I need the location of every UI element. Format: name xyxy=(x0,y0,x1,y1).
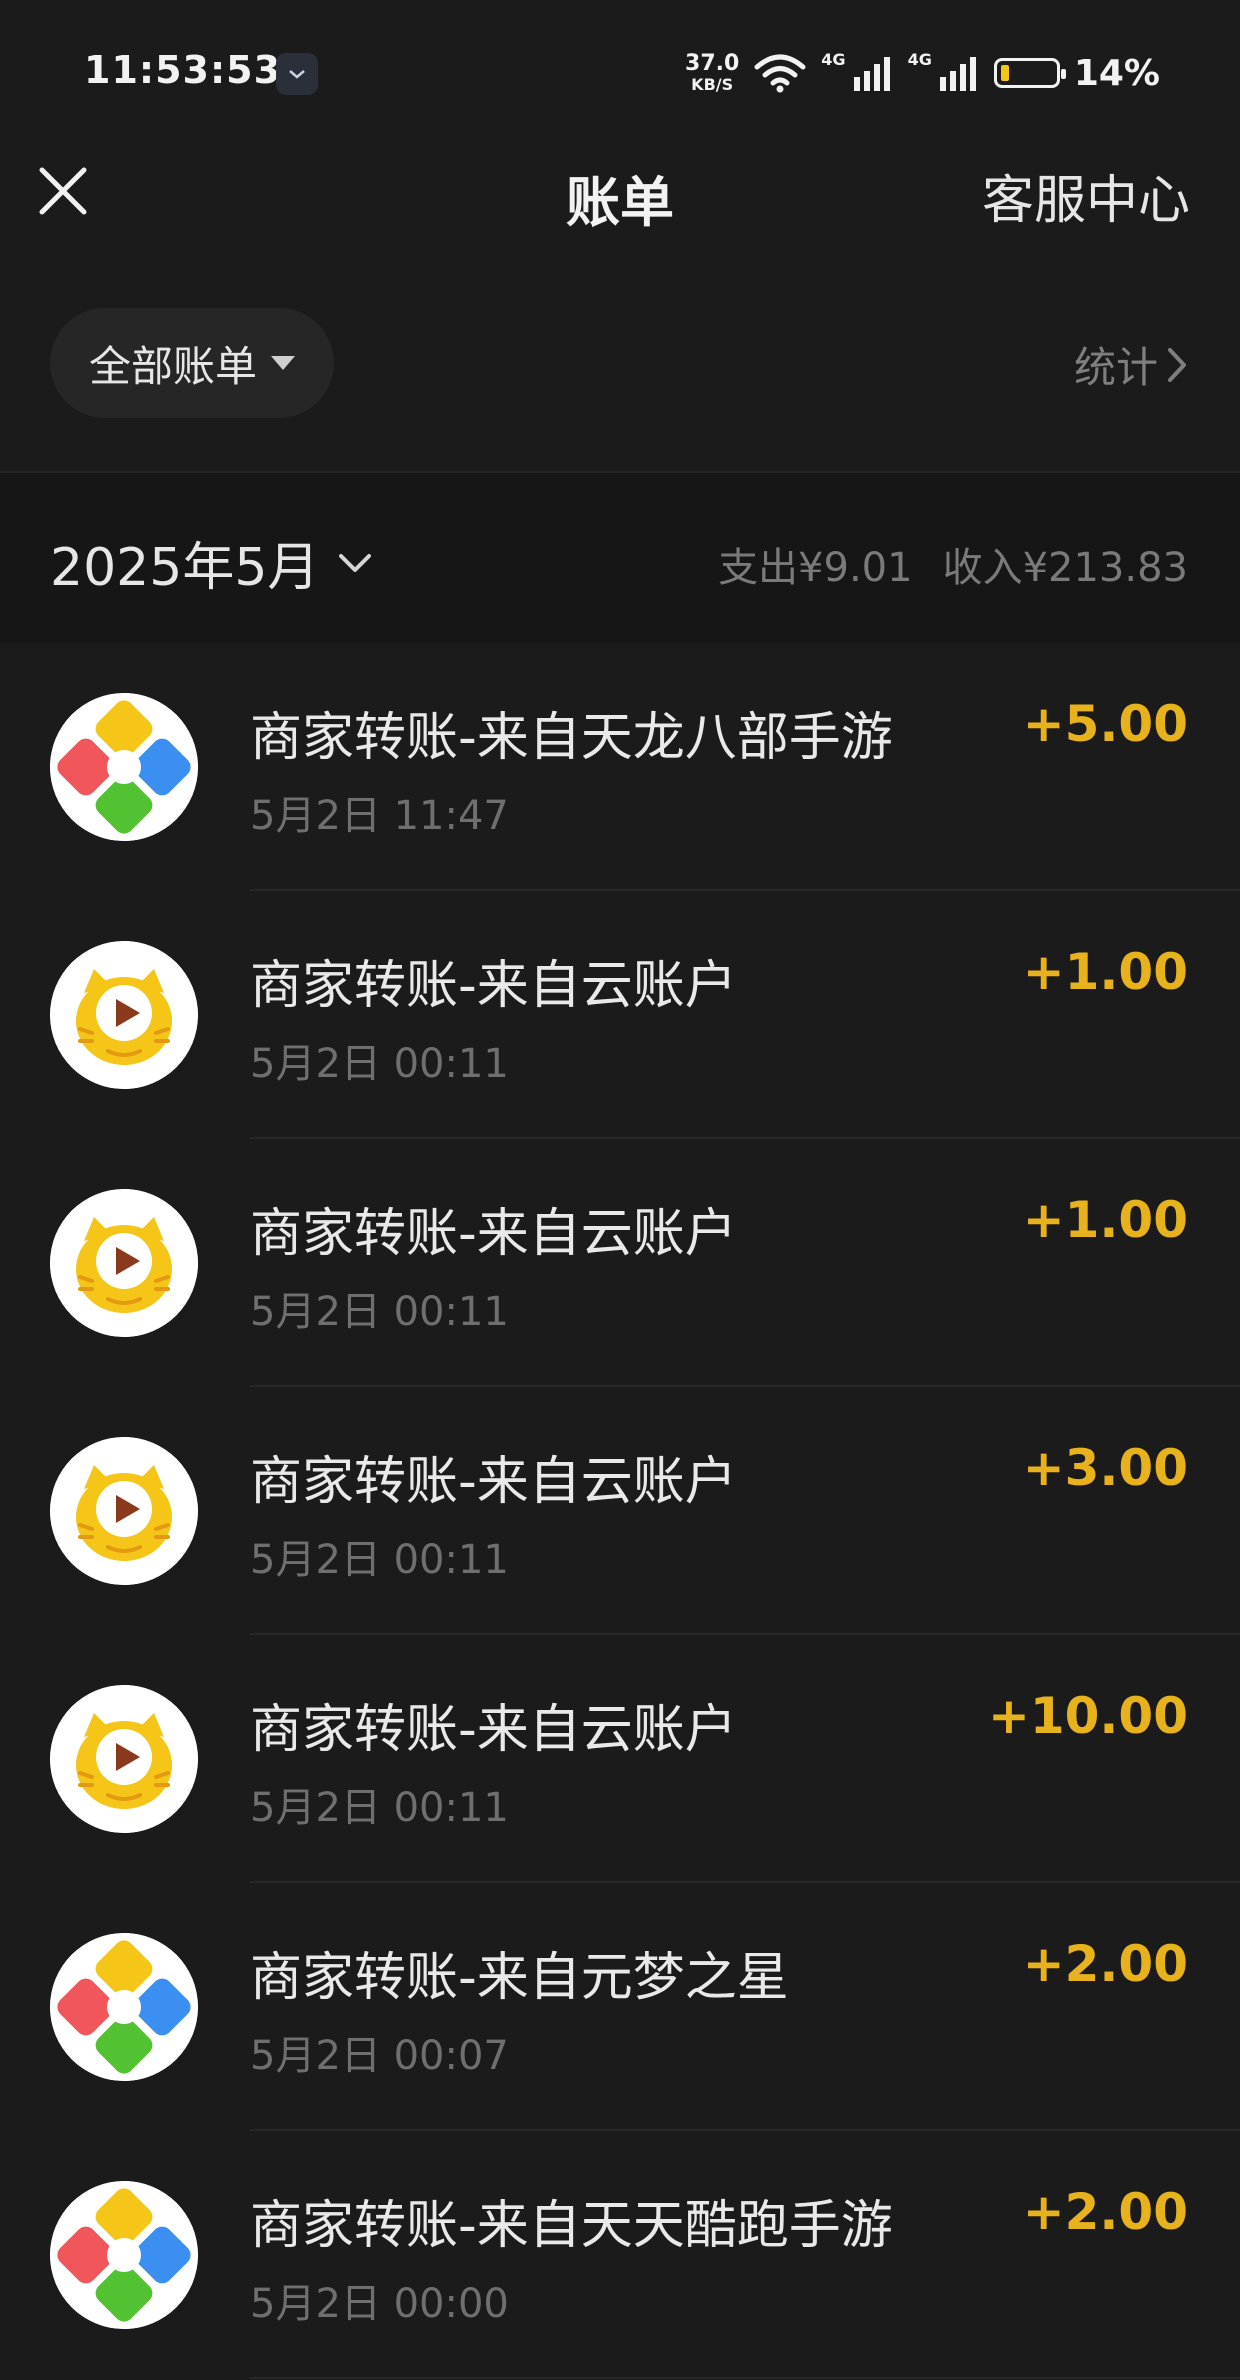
bill-filter-label: 全部账单 xyxy=(88,341,257,391)
tiger-icon xyxy=(50,941,198,1089)
transaction-amount: +10.00 xyxy=(987,1687,1188,1745)
chevron-right-icon xyxy=(1168,347,1186,382)
cell-signal-icon xyxy=(853,57,890,91)
stats-label: 统计 xyxy=(1073,343,1158,392)
signal1-label: 4G xyxy=(821,49,846,69)
month-label: 2025年5月 xyxy=(50,538,320,598)
transaction-row[interactable]: 商家转账-来自云账户 5月2日 00:11 +3.00 xyxy=(0,1387,1240,1635)
pinwheel-icon xyxy=(50,2181,198,2329)
network-speed-value: 37.0 xyxy=(685,51,740,76)
transaction-amount: +2.00 xyxy=(1022,2183,1188,2241)
cell-signal-icon xyxy=(939,57,976,91)
transaction-amount: +1.00 xyxy=(1022,1191,1188,1249)
transaction-list: 商家转账-来自天龙八部手游 5月2日 11:47 +5.00 商家转账-来自云账户 5… xyxy=(0,643,1240,2379)
transaction-row[interactable]: 商家转账-来自元梦之星 5月2日 00:07 +2.00 xyxy=(0,1883,1240,2131)
transaction-title: 商家转账-来自云账户 xyxy=(250,1204,737,1264)
battery-percent: 14% xyxy=(1073,52,1160,94)
transaction-title: 商家转账-来自云账户 xyxy=(250,1700,737,1760)
nav-bar: 账单 客服中心 xyxy=(0,150,1240,280)
transaction-title: 商家转账-来自天天酷跑手游 xyxy=(250,2196,893,2256)
tiger-icon xyxy=(50,1189,198,1337)
triangle-down-icon xyxy=(271,356,295,370)
transaction-time: 5月2日 00:11 xyxy=(250,1041,509,1087)
status-time: 11:53:53 xyxy=(84,48,282,92)
transaction-row[interactable]: 商家转账-来自云账户 5月2日 00:11 +10.00 xyxy=(0,1635,1240,1883)
row-divider xyxy=(250,2377,1240,2379)
chevron-down-icon xyxy=(339,553,372,572)
transaction-time: 5月2日 00:11 xyxy=(250,1537,509,1583)
transaction-row[interactable]: 商家转账-来自云账户 5月2日 00:11 +1.00 xyxy=(0,1139,1240,1387)
tiger-icon xyxy=(50,1437,198,1585)
network-speed-unit: KB/S xyxy=(691,75,734,94)
transaction-row[interactable]: 商家转账-来自天天酷跑手游 5月2日 00:00 +2.00 xyxy=(0,2131,1240,2379)
month-selector[interactable]: 2025年5月 xyxy=(50,525,373,600)
status-bar: 11:53:53 37.0 KB/S 4G 4G 14% xyxy=(0,0,1240,150)
wifi-icon xyxy=(754,54,806,93)
notification-app-icon xyxy=(276,53,318,95)
network-speed: 37.0 KB/S xyxy=(685,53,739,93)
transaction-time: 5月2日 00:00 xyxy=(250,2281,509,2327)
bill-filter-dropdown[interactable]: 全部账单 xyxy=(50,308,334,418)
transaction-amount: +1.00 xyxy=(1022,943,1188,1001)
expense-total: 支出¥9.01 xyxy=(718,545,913,591)
income-total: 收入¥213.83 xyxy=(942,545,1188,591)
transaction-amount: +2.00 xyxy=(1022,1935,1188,1993)
transaction-time: 5月2日 00:07 xyxy=(250,2033,509,2079)
stats-link[interactable]: 统计 xyxy=(1074,334,1188,395)
battery-icon xyxy=(993,58,1066,88)
status-indicators: 37.0 KB/S 4G 4G 14% xyxy=(685,48,1160,98)
tiger-icon xyxy=(50,1685,198,1833)
month-summary-bar: 2025年5月 支出¥9.01 收入¥213.83 xyxy=(0,473,1240,643)
transaction-time: 5月2日 00:11 xyxy=(250,1785,509,1831)
filter-row: 全部账单 统计 xyxy=(0,280,1240,470)
pinwheel-icon xyxy=(50,1933,198,2081)
transaction-title: 商家转账-来自元梦之星 xyxy=(250,1948,789,2008)
month-totals: 支出¥9.01 收入¥213.83 xyxy=(718,535,1188,593)
transaction-amount: +5.00 xyxy=(1022,695,1188,753)
transaction-row[interactable]: 商家转账-来自云账户 5月2日 00:11 +1.00 xyxy=(0,891,1240,1139)
transaction-time: 5月2日 11:47 xyxy=(250,793,509,839)
transaction-title: 商家转账-来自云账户 xyxy=(250,1452,737,1512)
transaction-amount: +3.00 xyxy=(1022,1439,1188,1497)
signal2-label: 4G xyxy=(907,49,932,69)
transaction-title: 商家转账-来自天龙八部手游 xyxy=(250,708,893,768)
transaction-row[interactable]: 商家转账-来自天龙八部手游 5月2日 11:47 +5.00 xyxy=(0,643,1240,891)
pinwheel-icon xyxy=(50,693,198,841)
customer-service-link[interactable]: 客服中心 xyxy=(982,158,1190,233)
battery-fill xyxy=(1000,65,1009,81)
transaction-time: 5月2日 00:11 xyxy=(250,1289,509,1335)
transaction-title: 商家转账-来自云账户 xyxy=(250,956,737,1016)
